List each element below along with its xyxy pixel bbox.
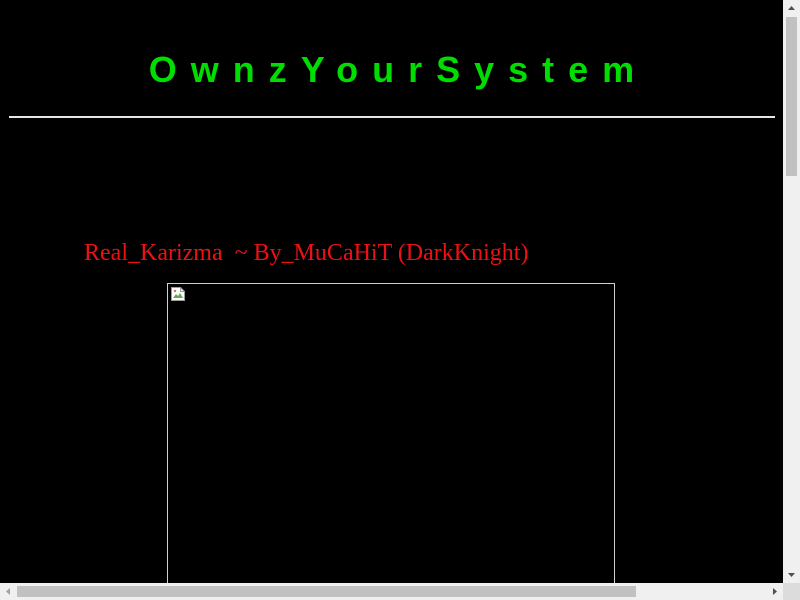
credit-text: Real_Karizma ~ By_MuCaHiT (DarkKnight) bbox=[84, 240, 529, 266]
site-title: OwnzYourSystem bbox=[148, 49, 649, 90]
scroll-right-arrow-icon[interactable] bbox=[766, 583, 783, 600]
horizontal-scrollbar-thumb[interactable] bbox=[17, 586, 636, 597]
scrollbar-corner bbox=[783, 583, 800, 600]
scroll-left-arrow-icon[interactable] bbox=[0, 583, 17, 600]
vertical-scrollbar-thumb[interactable] bbox=[786, 17, 797, 176]
scroll-up-arrow-icon[interactable] bbox=[783, 0, 800, 17]
scroll-down-arrow-icon[interactable] bbox=[783, 566, 800, 583]
broken-image bbox=[167, 283, 615, 583]
horizontal-rule bbox=[9, 116, 775, 118]
broken-image-icon bbox=[171, 287, 185, 301]
page-viewport: OwnzYourSystem Real_Karizma ~ By_MuCaHiT… bbox=[0, 0, 783, 583]
